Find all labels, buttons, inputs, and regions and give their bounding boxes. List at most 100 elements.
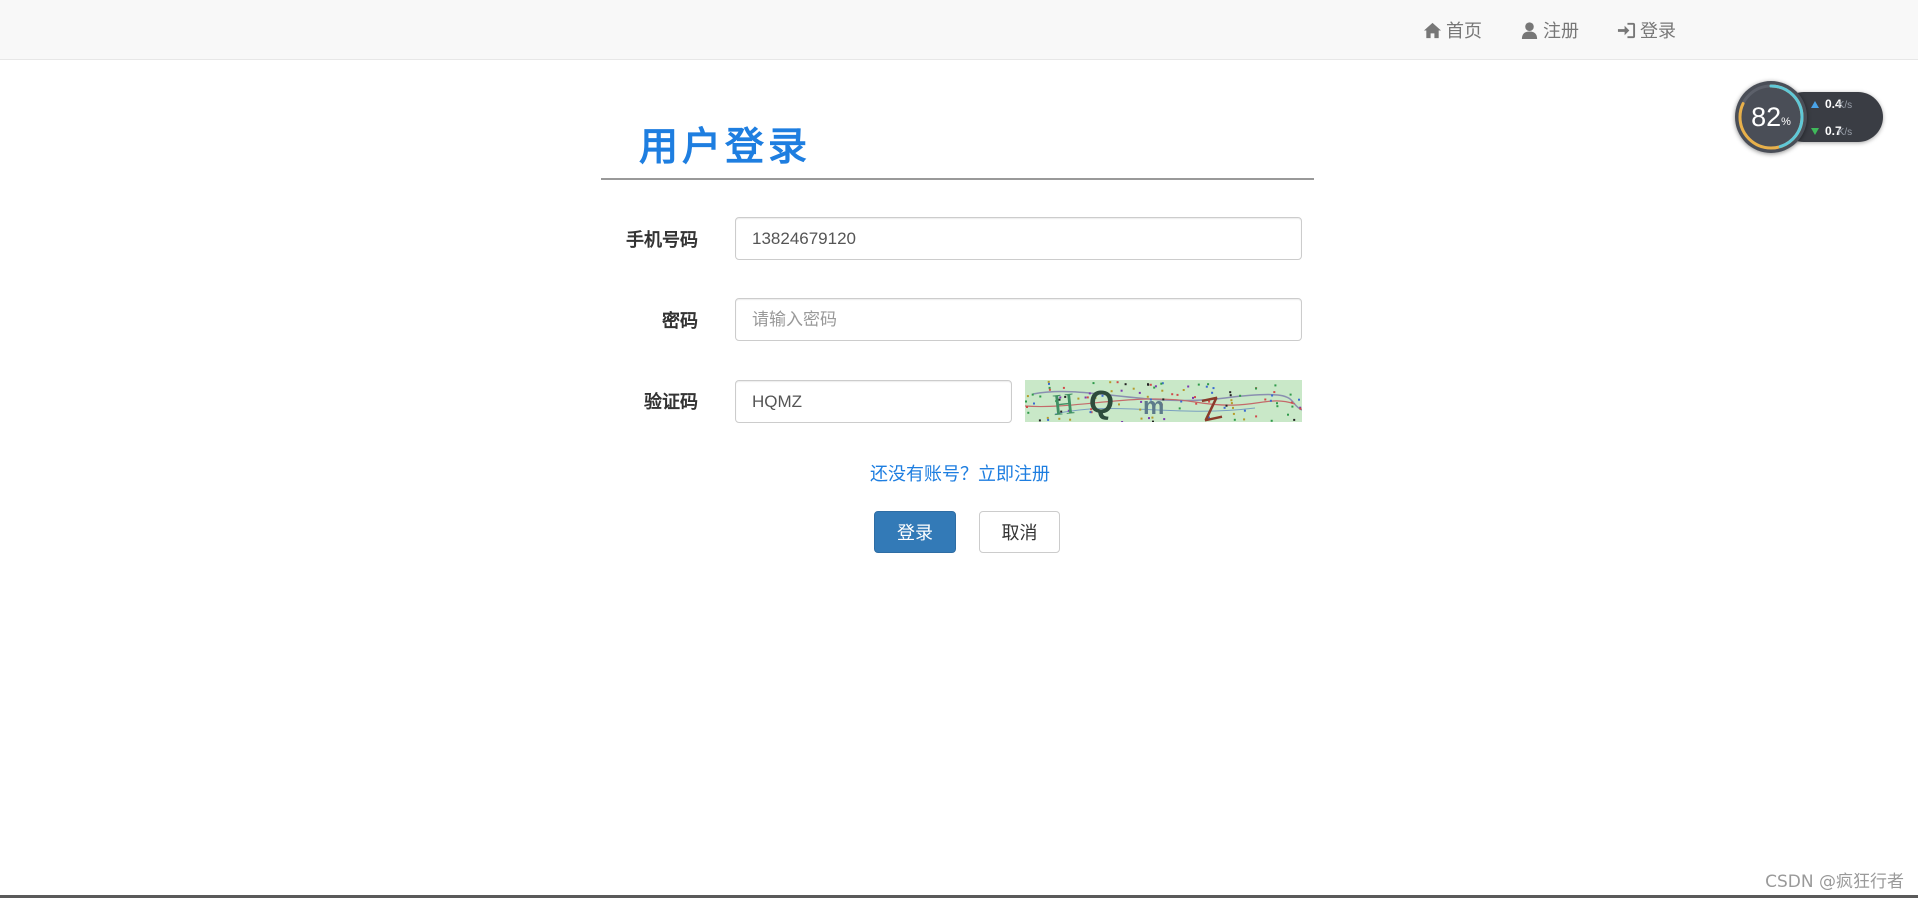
captcha-noise-dot [1139, 408, 1142, 411]
password-input[interactable] [735, 298, 1302, 341]
captcha-noise-dot [1197, 383, 1200, 386]
memory-percent-value: 82 [1751, 101, 1782, 132]
captcha-noise-dot [1223, 406, 1226, 409]
download-speed-unit: K/s [1837, 127, 1853, 138]
captcha-noise-dot [1171, 393, 1174, 396]
memory-usage-gauge: 82% [1735, 81, 1807, 153]
captcha-noise-dot [1031, 393, 1034, 396]
captcha-input[interactable] [735, 380, 1012, 423]
captcha-char-4: Z [1198, 389, 1225, 422]
captcha-noise-dot [1192, 396, 1194, 399]
captcha-noise-dot [1120, 389, 1123, 392]
captcha-noise-dot [1269, 399, 1272, 402]
network-speed-widget[interactable]: 0.4K/s 0.7K/s 82% [1735, 81, 1883, 153]
upload-speed: 0.4K/s [1811, 97, 1852, 111]
captcha-noise-dot [1132, 387, 1135, 390]
phone-input[interactable] [735, 217, 1302, 260]
captcha-char-3: m [1143, 393, 1164, 420]
captcha-noise-dot [1178, 407, 1181, 410]
captcha-noise-dot [1293, 418, 1296, 421]
captcha-noise-dot [1026, 395, 1029, 398]
captcha-noise-dot [1109, 381, 1112, 384]
captcha-char-2: Q [1087, 382, 1117, 421]
captcha-noise-dot [1048, 382, 1050, 385]
captcha-noise-dot [1255, 387, 1257, 390]
captcha-noise-dot [1084, 396, 1087, 399]
captcha-noise-dot [1264, 398, 1267, 401]
download-arrow-icon [1811, 127, 1819, 135]
login-button[interactable]: 登录 [874, 511, 956, 553]
captcha-noise-dot [1276, 402, 1278, 405]
cancel-button[interactable]: 取消 [979, 511, 1060, 553]
captcha-noise-dot [1195, 402, 1198, 405]
captcha-noise-dot [1276, 405, 1279, 408]
nav-register-label: 注册 [1543, 21, 1579, 42]
captcha-noise-dot [1176, 393, 1179, 396]
page: 首页 注册 登录 0.4K/s 0.7K/s 82 % 用户登录 手机号码 13… [0, 0, 1918, 898]
captcha-noise-dot [1160, 382, 1163, 385]
register-link[interactable]: 还没有账号？立即注册 [870, 460, 1050, 486]
captcha-image[interactable]: H Q m Z [1025, 380, 1302, 422]
captcha-noise-dot [1182, 389, 1185, 391]
nav-home-label: 首页 [1446, 21, 1482, 42]
captcha-noise-dot [1149, 383, 1152, 386]
captcha-noise-dot [1225, 404, 1228, 407]
captcha-noise-dot [1273, 391, 1276, 394]
captcha-noise-dot [1233, 418, 1236, 421]
captcha-noise-dot [1274, 384, 1277, 387]
sign-in-icon [1617, 22, 1636, 38]
captcha-noise-dot [1194, 396, 1196, 399]
captcha-noise-dot [1239, 394, 1242, 397]
captcha-noise-dot [1116, 381, 1119, 384]
user-icon [1521, 21, 1538, 39]
captcha-noise-dot [1026, 406, 1028, 408]
captcha-noise-dot [1232, 412, 1235, 415]
phone-label: 手机号码 [626, 230, 698, 251]
captcha-noise-dot [1038, 419, 1041, 422]
captcha-noise-dot [1230, 399, 1233, 402]
nav-home-link[interactable]: 首页 [1423, 17, 1482, 43]
captcha-noise-dot [1255, 415, 1258, 418]
captcha-noise-dot [1046, 416, 1049, 419]
captcha-noise-dot [1147, 383, 1149, 386]
memory-percent: 82% [1735, 81, 1807, 153]
captcha-noise-dot [1287, 413, 1289, 416]
memory-percent-unit: % [1781, 116, 1791, 128]
captcha-noise-dot [1212, 387, 1215, 390]
captcha-label: 验证码 [644, 392, 698, 413]
captcha-noise-dot [1229, 391, 1232, 394]
captcha-noise-dot [1229, 394, 1232, 397]
captcha-noise-dot [1033, 402, 1035, 405]
captcha-noise-dot [1025, 400, 1027, 403]
captcha-noise-dot [1161, 389, 1164, 392]
captcha-noise-dot [1290, 401, 1293, 404]
password-label: 密码 [662, 311, 698, 332]
page-title: 用户登录 [639, 125, 812, 170]
captcha-noise-dot [1270, 419, 1273, 422]
captcha-char-1: H [1051, 387, 1076, 422]
captcha-noise-dot [1039, 395, 1042, 398]
download-speed: 0.7K/s [1811, 124, 1852, 138]
upload-speed-unit: K/s [1837, 100, 1853, 111]
watermark: CSDN @疯狂行者 [1765, 872, 1904, 892]
captcha-noise-dot [1047, 380, 1050, 383]
captcha-noise-dot [1047, 418, 1050, 421]
home-icon [1423, 22, 1442, 38]
captcha-noise-dot [1298, 398, 1300, 401]
captcha-noise-dot [1153, 386, 1156, 389]
nav-login-link[interactable]: 登录 [1617, 17, 1676, 43]
captcha-noise-dot [1230, 402, 1233, 405]
nav-register-link[interactable]: 注册 [1520, 17, 1579, 43]
title-divider [601, 178, 1314, 180]
nav-links: 首页 注册 登录 [1423, 0, 1676, 60]
captcha-noise: H Q m Z [1025, 380, 1302, 422]
captcha-noise-dot [1154, 385, 1157, 388]
captcha-noise-dot [1289, 393, 1292, 396]
upload-arrow-icon [1811, 100, 1819, 108]
captcha-noise-dot [1232, 406, 1234, 409]
top-navbar: 首页 注册 登录 [0, 0, 1918, 60]
captcha-noise-dot [1180, 400, 1183, 403]
captcha-noise-dot [1271, 394, 1274, 397]
captcha-noise-dot [1205, 385, 1208, 388]
captcha-noise-dot [1121, 421, 1124, 422]
